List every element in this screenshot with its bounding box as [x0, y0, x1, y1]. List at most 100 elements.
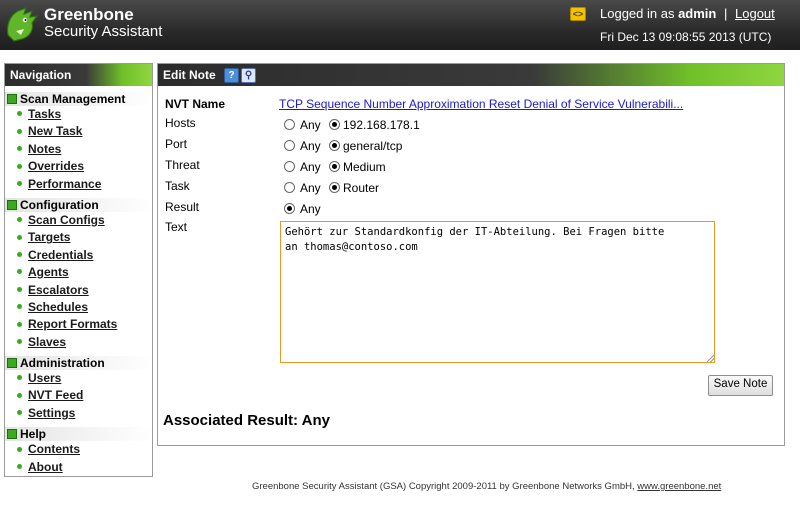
section-arrow-icon: [7, 93, 17, 104]
nav-link[interactable]: Report Formats: [28, 317, 117, 331]
nav-link[interactable]: Targets: [28, 230, 70, 244]
threat-any-label: Any: [300, 160, 321, 174]
nav-link[interactable]: Performance: [28, 177, 101, 191]
threat-value-radio[interactable]: [329, 161, 340, 172]
footer-copyright: Greenbone Security Assistant (GSA) Copyr…: [252, 481, 635, 492]
port-value-radio[interactable]: [329, 140, 340, 151]
magnifier-icon[interactable]: ⚲: [241, 68, 256, 83]
page-footer: Greenbone Security Assistant (GSA) Copyr…: [252, 481, 721, 492]
nav-section-label: Scan Management: [20, 92, 126, 106]
nav-item-users: Users: [5, 370, 152, 387]
note-textarea[interactable]: Gehört zur Standardkonfig der IT-Abteilu…: [280, 221, 715, 363]
bullet-icon: [17, 128, 22, 134]
nav-link[interactable]: Agents: [28, 265, 69, 279]
nav-link[interactable]: Contents: [28, 442, 80, 456]
bullet-icon: [17, 269, 22, 275]
result-label: Result: [165, 200, 200, 214]
bullet-icon: [17, 286, 22, 292]
nav-link[interactable]: Slaves: [28, 335, 66, 349]
nav-item-overrides: Overrides: [5, 158, 152, 175]
nav-link[interactable]: Users: [28, 371, 61, 385]
navigation-menu: Scan Management Tasks New Task Notes Overrid…: [5, 92, 152, 476]
edit-note-panel: Edit Note ? ⚲ NVT Name TCP Sequence Numb…: [157, 63, 785, 446]
nav-item-targets: Targets: [5, 229, 152, 246]
app-header: Greenbone Security Assistant <> Logged i…: [0, 0, 800, 50]
nav-section-label: Help: [20, 427, 47, 442]
hosts-value-radio[interactable]: [329, 119, 340, 130]
bullet-icon: [17, 252, 22, 258]
nav-link[interactable]: Escalators: [28, 283, 89, 297]
code-toggle-icon[interactable]: <>: [570, 7, 586, 21]
nav-link[interactable]: Scan Configs: [28, 213, 105, 227]
bullet-icon: [17, 446, 22, 452]
logout-link[interactable]: Logout: [735, 6, 775, 21]
nav-item-tasks: Tasks: [5, 106, 152, 123]
nav-link[interactable]: Notes: [28, 142, 61, 156]
navigation-title: Navigation: [5, 64, 152, 86]
result-any-label: Any: [300, 202, 321, 216]
bullet-icon: [17, 463, 22, 469]
login-separator: |: [724, 6, 728, 21]
nav-section-label: Configuration: [20, 197, 99, 212]
server-datetime: Fri Dec 13 09:08:55 2013 (UTC): [600, 30, 772, 44]
hosts-any-label: Any: [300, 118, 321, 132]
nav-section-administration: Administration Users NVT Feed Settings: [5, 356, 152, 422]
nav-link[interactable]: Tasks: [28, 107, 61, 121]
nav-link[interactable]: Settings: [28, 406, 75, 420]
port-value: general/tcp: [343, 139, 403, 153]
task-any-label: Any: [300, 181, 321, 195]
nav-item-notes: Notes: [5, 141, 152, 158]
nav-section-title: Scan Management: [5, 92, 152, 106]
port-any-label: Any: [300, 139, 321, 153]
task-label: Task: [165, 179, 190, 193]
nav-link[interactable]: New Task: [28, 124, 82, 138]
nav-item-agents: Agents: [5, 264, 152, 281]
section-arrow-icon: [7, 357, 17, 368]
associated-result: Associated Result: Any: [163, 412, 330, 429]
nvt-name-label: NVT Name: [165, 97, 226, 111]
bullet-icon: [17, 163, 22, 169]
nav-section-title: Help: [5, 427, 152, 442]
nav-link[interactable]: NVT Feed: [28, 388, 83, 402]
threat-any-radio[interactable]: [284, 161, 295, 172]
bullet-icon: [17, 339, 22, 345]
textarea-resize-grip[interactable]: [706, 354, 714, 362]
nav-section-configuration: Configuration Scan Configs Targets Credenti…: [5, 197, 152, 351]
task-value-radio[interactable]: [329, 182, 340, 193]
bullet-icon: [17, 234, 22, 240]
nav-section-scan-management: Scan Management Tasks New Task Notes Overrid…: [5, 92, 152, 193]
nav-section-title: Administration: [5, 356, 152, 371]
bullet-icon: [17, 304, 22, 310]
threat-label: Threat: [165, 158, 200, 172]
nav-item-new-task: New Task: [5, 123, 152, 140]
port-label: Port: [165, 137, 188, 151]
bullet-icon: [17, 111, 22, 117]
username: admin: [678, 6, 717, 21]
nav-item-about: About: [5, 459, 152, 476]
save-note-button[interactable]: Save Note: [708, 375, 773, 396]
task-value: Router: [343, 181, 380, 195]
nvt-name-link[interactable]: TCP Sequence Number Approximation Reset …: [279, 97, 683, 111]
result-any-radio[interactable]: [284, 203, 295, 214]
logo-line1: Greenbone: [44, 5, 134, 24]
threat-value: Medium: [343, 160, 386, 174]
nav-link[interactable]: About: [28, 460, 63, 474]
navigation-panel: Navigation Scan Management Tasks New Task N…: [4, 63, 153, 477]
task-any-radio[interactable]: [284, 182, 295, 193]
logged-in-prefix: Logged in as: [600, 6, 675, 21]
nav-item-settings: Settings: [5, 405, 152, 422]
nav-link[interactable]: Credentials: [28, 248, 93, 262]
help-icon[interactable]: ?: [224, 68, 239, 83]
port-any-radio[interactable]: [284, 140, 295, 151]
nav-link[interactable]: Schedules: [28, 300, 88, 314]
nav-link[interactable]: Overrides: [28, 159, 84, 173]
greenbone-dragon-icon: [6, 6, 39, 42]
nav-item-report-formats: Report Formats: [5, 316, 152, 333]
bullet-icon: [17, 180, 22, 186]
footer-link[interactable]: www.greenbone.net: [637, 481, 721, 492]
nav-item-escalators: Escalators: [5, 282, 152, 299]
nav-item-nvt-feed: NVT Feed: [5, 387, 152, 404]
nav-item-performance: Performance: [5, 176, 152, 193]
hosts-label: Hosts: [165, 116, 196, 130]
hosts-any-radio[interactable]: [284, 119, 295, 130]
